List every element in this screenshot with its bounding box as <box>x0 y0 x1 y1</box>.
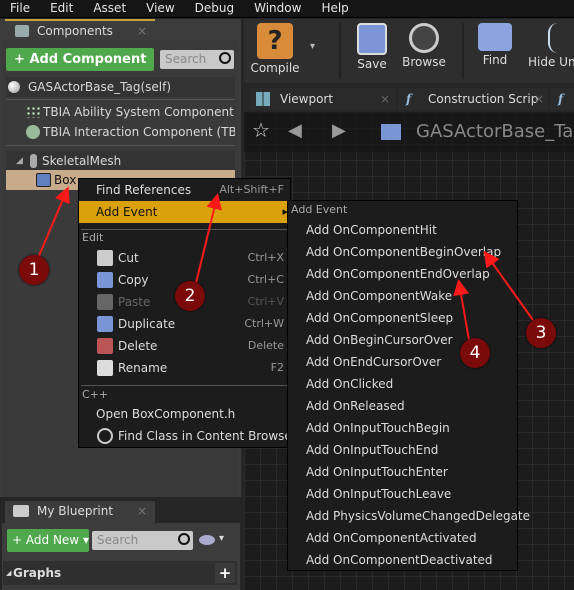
arrow-1 <box>37 186 70 259</box>
annotation-marker-2: 2 <box>175 281 205 311</box>
arrow-4 <box>453 279 470 341</box>
annotation-marker-3: 3 <box>526 318 556 348</box>
annotation-arrows <box>37 186 534 341</box>
annotation-marker-1: 1 <box>19 255 49 285</box>
arrow-2 <box>195 193 222 284</box>
arrow-3 <box>483 250 534 321</box>
annotation-marker-4: 4 <box>460 338 490 368</box>
